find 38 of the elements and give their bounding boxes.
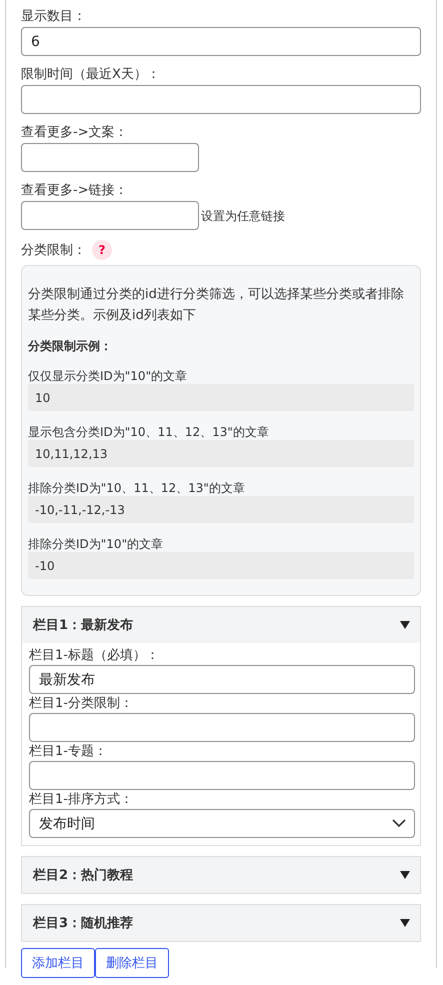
code-sample: 10 bbox=[28, 384, 414, 411]
help-badge[interactable]: ? bbox=[92, 240, 112, 260]
field-label: 查看更多->文案： bbox=[21, 124, 129, 141]
field-label: 限制时间（最近X天）： bbox=[21, 66, 161, 83]
examples-title: 分类限制示例： bbox=[28, 338, 113, 355]
example-caption: 仅仅显示分类ID为"10"的文章 bbox=[28, 369, 188, 384]
text-field[interactable] bbox=[29, 713, 415, 742]
field-label: 栏目1-分类限制： bbox=[29, 695, 134, 712]
caret-icon bbox=[400, 871, 410, 879]
text-field[interactable] bbox=[21, 85, 421, 114]
field-label: 栏目1-排序方式： bbox=[29, 791, 134, 808]
action-button[interactable]: 删除栏目 bbox=[95, 948, 169, 978]
field-label: 栏目1-标题（必填）： bbox=[29, 647, 160, 664]
field-note: 设置为任意链接 bbox=[201, 208, 285, 225]
text-field[interactable] bbox=[21, 201, 199, 230]
column-header[interactable]: 栏目1：最新发布 bbox=[22, 607, 420, 643]
code-sample: -10 bbox=[28, 552, 414, 579]
sort-select[interactable]: 发布时间 bbox=[29, 809, 415, 838]
field-label: 查看更多->链接： bbox=[21, 182, 129, 199]
column-header[interactable]: 栏目3：随机推荐 bbox=[22, 905, 420, 941]
chevron-icon bbox=[392, 819, 406, 828]
example-caption: 排除分类ID为"10"的文章 bbox=[28, 537, 164, 552]
column-header[interactable]: 栏目2：热门教程 bbox=[22, 857, 420, 893]
example-caption: 显示包含分类ID为"10、11、12、13"的文章 bbox=[28, 425, 270, 440]
field-label: 显示数目： bbox=[21, 8, 87, 25]
code-sample: 10,11,12,13 bbox=[28, 440, 414, 467]
text-field[interactable] bbox=[29, 761, 415, 790]
caret-icon bbox=[400, 919, 410, 927]
text-field[interactable] bbox=[21, 143, 199, 172]
example-caption: 排除分类ID为"10、11、12、13"的文章 bbox=[28, 481, 246, 496]
field-label: 分类限制： bbox=[21, 242, 86, 259]
text-field[interactable]: 6 bbox=[21, 27, 421, 56]
text-field[interactable]: 最新发布 bbox=[29, 665, 415, 694]
field-label: 栏目1-专题： bbox=[29, 743, 108, 760]
caret-icon bbox=[400, 621, 410, 629]
help-text: 分类限制通过分类的id进行分类筛选，可以选择某些分类或者排除某些分类。示例及id列表如下 bbox=[28, 286, 405, 325]
action-button[interactable]: 添加栏目 bbox=[21, 948, 95, 978]
code-sample: -10,-11,-12,-13 bbox=[28, 496, 414, 523]
